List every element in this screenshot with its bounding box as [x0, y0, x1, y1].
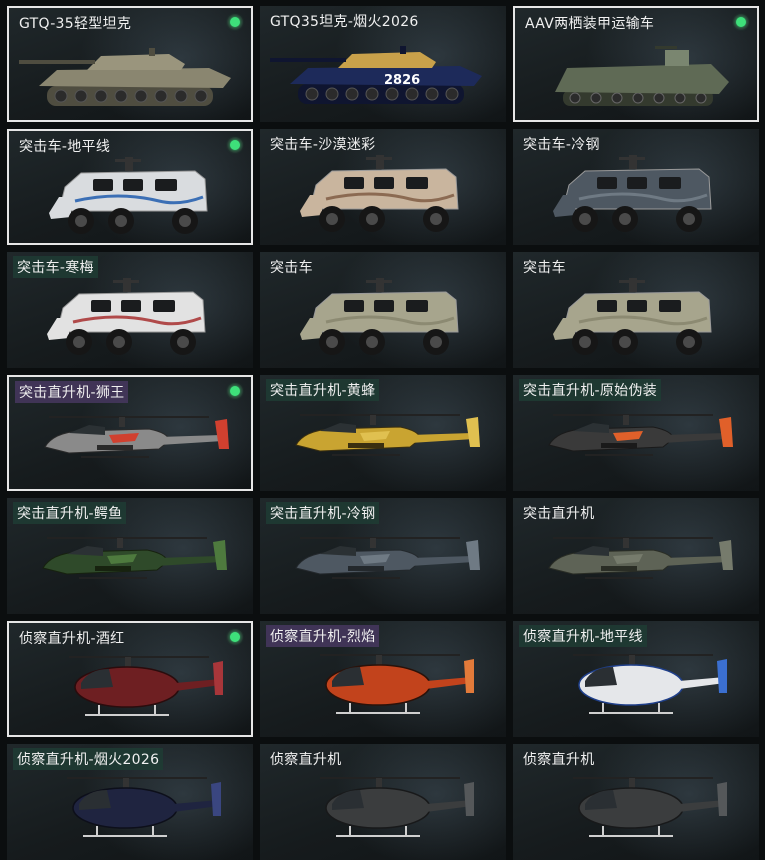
skin-card[interactable]: 突击车	[260, 252, 506, 368]
skin-card[interactable]: 侦察直升机-地平线	[513, 621, 759, 737]
equipped-indicator-icon	[733, 14, 749, 30]
skin-card[interactable]: 突击直升机-原始伪装	[513, 375, 759, 491]
equipped-indicator-icon	[227, 629, 243, 645]
skin-name-label: 突击车	[270, 260, 313, 276]
skin-card[interactable]: 突击直升机-冷钢	[260, 498, 506, 614]
skin-card[interactable]: 侦察直升机-烟火2026	[7, 744, 253, 860]
skin-card[interactable]: 突击车-地平线	[7, 129, 253, 245]
skin-name-label: 侦察直升机	[523, 752, 595, 768]
skin-name-label: 突击直升机-原始伪装	[519, 379, 662, 401]
skin-card[interactable]: 侦察直升机-酒红	[7, 621, 253, 737]
svg-text:2826: 2826	[384, 73, 420, 88]
skin-name-label: 突击车-地平线	[19, 139, 111, 155]
skin-name-label: 突击直升机-狮王	[15, 381, 129, 403]
skin-name-label: 突击直升机	[523, 506, 595, 522]
skin-card[interactable]: 突击车-冷钢	[513, 129, 759, 245]
skin-card[interactable]: 突击车	[513, 252, 759, 368]
skin-name-label: 突击车	[523, 260, 566, 276]
skin-card[interactable]: 突击直升机	[513, 498, 759, 614]
skin-name-label: 突击车-沙漠迷彩	[270, 137, 376, 153]
skin-grid: GTQ-35轻型坦克 GTQ35坦克-烟火2026 2826 AAV两栖装甲运输车 突击…	[7, 6, 759, 860]
skin-name-label: 侦察直升机-烟火2026	[13, 748, 164, 770]
skin-card[interactable]: 侦察直升机	[260, 744, 506, 860]
skin-card[interactable]: 突击直升机-黄蜂	[260, 375, 506, 491]
skin-name-label: 侦察直升机-酒红	[19, 631, 125, 647]
skin-name-label: 突击直升机-冷钢	[266, 502, 380, 524]
skin-name-label: 突击直升机-黄蜂	[266, 379, 380, 401]
skin-card[interactable]: 突击车-寒梅	[7, 252, 253, 368]
skin-name-label: 突击车-寒梅	[13, 256, 98, 278]
skin-name-label: AAV两栖装甲运输车	[525, 16, 655, 32]
skin-name-label: GTQ-35轻型坦克	[19, 16, 132, 32]
equipped-indicator-icon	[227, 137, 243, 153]
equipped-indicator-icon	[227, 14, 243, 30]
skin-card[interactable]: GTQ35坦克-烟火2026 2826	[260, 6, 506, 122]
skin-card[interactable]: 突击直升机-鳄鱼	[7, 498, 253, 614]
skin-name-label: 突击直升机-鳄鱼	[13, 502, 127, 524]
skin-name-label: 侦察直升机	[270, 752, 342, 768]
skin-card[interactable]: 侦察直升机-烈焰	[260, 621, 506, 737]
skin-name-label: 侦察直升机-烈焰	[266, 625, 380, 647]
skin-card[interactable]: AAV两栖装甲运输车	[513, 6, 759, 122]
skin-name-label: GTQ35坦克-烟火2026	[270, 14, 419, 30]
skin-name-label: 突击车-冷钢	[523, 137, 600, 153]
skin-card[interactable]: 突击车-沙漠迷彩	[260, 129, 506, 245]
skin-card[interactable]: 侦察直升机	[513, 744, 759, 860]
skin-name-label: 侦察直升机-地平线	[519, 625, 647, 647]
equipped-indicator-icon	[227, 383, 243, 399]
skin-card[interactable]: GTQ-35轻型坦克	[7, 6, 253, 122]
skin-card[interactable]: 突击直升机-狮王	[7, 375, 253, 491]
